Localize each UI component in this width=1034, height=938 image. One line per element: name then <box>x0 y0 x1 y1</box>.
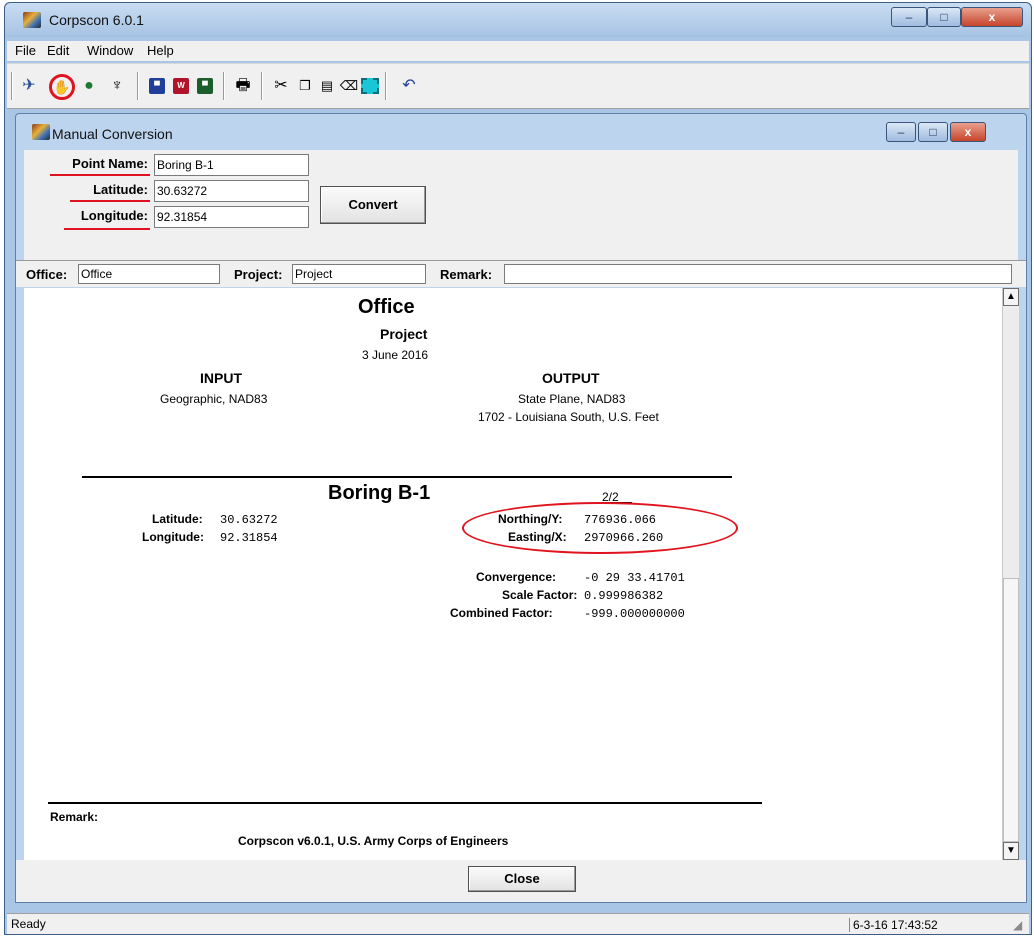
eraser-icon[interactable]: ⌫ <box>339 76 359 96</box>
convergence-label: Convergence: <box>476 570 557 584</box>
maximize-button[interactable]: □ <box>927 7 961 27</box>
child-app-icon <box>32 124 50 140</box>
toolbar: ✈ ✋ ● ♆ ▀ W ▀ 🖶 ✂ ❐ ▤ ⌫ ↶ <box>7 63 1029 109</box>
convert-button[interactable]: Convert <box>320 186 426 224</box>
main-window: Corpscon 6.0.1 – □ x File Edit Window He… <box>4 2 1032 935</box>
latitude-label: Latitude: <box>93 182 148 197</box>
toolbar-grip <box>11 72 13 100</box>
scroll-down-icon[interactable]: ▼ <box>1003 842 1019 860</box>
highlight-ellipse <box>462 502 738 554</box>
undo-icon[interactable]: ↶ <box>399 76 419 96</box>
globe-icon[interactable]: ● <box>79 76 99 96</box>
title-bar[interactable]: Corpscon 6.0.1 – □ x <box>5 3 1031 37</box>
select-all-icon[interactable] <box>361 78 379 94</box>
window-title: Corpscon 6.0.1 <box>49 12 144 28</box>
hand-icon[interactable]: ✋ <box>49 74 75 100</box>
footer-divider <box>48 802 762 804</box>
manual-conversion-window: Manual Conversion – □ x Point Name: Bori… <box>15 113 1027 903</box>
northing-label: Northing/Y: <box>498 512 563 526</box>
latitude-field[interactable]: 30.63272 <box>154 180 309 202</box>
easting-value: 2970966.260 <box>584 531 664 545</box>
scale-value: 0.999986382 <box>584 589 664 603</box>
print-icon[interactable]: 🖶 <box>233 76 253 96</box>
project-field[interactable]: Project <box>292 264 426 284</box>
cut-icon[interactable]: ✂ <box>271 76 291 96</box>
office-label: Office: <box>26 267 68 282</box>
longitude-underline <box>64 228 150 230</box>
northing-value: 776936.066 <box>584 513 657 527</box>
close-button[interactable]: Close <box>468 866 576 892</box>
child-minimize-button[interactable]: – <box>886 122 916 142</box>
close-window-button[interactable]: x <box>961 7 1023 27</box>
save-green-icon[interactable]: ▀ <box>197 78 213 94</box>
report-lon-value: 92.31854 <box>220 531 278 545</box>
latitude-underline <box>70 200 150 202</box>
minimize-button[interactable]: – <box>891 7 927 27</box>
combined-label: Combined Factor: <box>450 606 553 620</box>
report-scrollbar[interactable]: ▲ ▼ <box>1002 288 1019 860</box>
paste-icon[interactable]: ▤ <box>317 76 337 96</box>
toolbar-separator <box>137 72 139 100</box>
input-panel: Point Name: Boring B-1 Latitude: 30.6327… <box>24 150 1018 270</box>
report-date: 3 June 2016 <box>362 348 429 362</box>
app-icon <box>23 12 41 28</box>
save-icon[interactable]: ▀ <box>149 78 165 94</box>
plane-icon[interactable]: ✈ <box>19 76 39 96</box>
geoid-icon[interactable]: ♆ <box>107 76 127 96</box>
point-title: Boring B-1 <box>328 482 431 504</box>
point-name-field[interactable]: Boring B-1 <box>154 154 309 176</box>
scroll-up-icon[interactable]: ▲ <box>1003 288 1019 306</box>
status-timestamp: 6-3-16 17:43:52 <box>849 918 973 932</box>
output-heading: OUTPUT <box>542 370 600 386</box>
longitude-field[interactable]: 92.31854 <box>154 206 309 228</box>
report-lon-label: Longitude: <box>142 530 204 544</box>
menu-bar: File Edit Window Help <box>7 41 1029 61</box>
convergence-value: -0 29 33.41701 <box>584 571 685 585</box>
remark-label: Remark: <box>440 267 493 282</box>
remark-field[interactable] <box>504 264 1012 284</box>
report-divider <box>82 476 732 478</box>
input-desc: Geographic, NAD83 <box>160 392 268 406</box>
child-window-title: Manual Conversion <box>52 126 173 142</box>
input-heading: INPUT <box>200 370 242 386</box>
child-close-button[interactable]: x <box>950 122 986 142</box>
point-name-label: Point Name: <box>72 156 148 171</box>
copy-icon[interactable]: ❐ <box>295 76 315 96</box>
report-view: Office Project 3 June 2016 INPUT Geograp… <box>24 288 1002 860</box>
longitude-label: Longitude: <box>80 208 148 223</box>
easting-label: Easting/X: <box>508 530 567 544</box>
report-office: Office <box>358 296 415 318</box>
menu-file[interactable]: File <box>15 43 36 58</box>
output-desc-2: 1702 - Louisiana South, U.S. Feet <box>478 410 659 424</box>
resize-grip-icon[interactable]: ◢ <box>1013 918 1022 932</box>
office-field[interactable]: Office <box>78 264 220 284</box>
menu-help[interactable]: Help <box>147 43 174 58</box>
menu-window[interactable]: Window <box>87 43 133 58</box>
report-remark-label: Remark: <box>50 810 99 824</box>
report-lat-value: 30.63272 <box>220 513 278 527</box>
combined-value: -999.000000000 <box>584 607 685 621</box>
toolbar-separator <box>261 72 263 100</box>
report-lat-label: Latitude: <box>152 512 203 526</box>
child-maximize-button[interactable]: □ <box>918 122 948 142</box>
button-bar: Close <box>16 860 1026 902</box>
report-project: Project <box>380 326 428 342</box>
save-red-icon[interactable]: W <box>173 78 189 94</box>
menu-edit[interactable]: Edit <box>47 43 69 58</box>
report-footer: Corpscon v6.0.1, U.S. Army Corps of Engi… <box>238 834 509 848</box>
status-ready: Ready <box>11 917 46 931</box>
project-label: Project: <box>234 267 283 282</box>
scroll-thumb[interactable] <box>1003 578 1019 842</box>
scale-label: Scale Factor: <box>502 588 578 602</box>
point-name-underline <box>50 174 150 176</box>
header-fields-bar: Office: Office Project: Project Remark: <box>16 260 1026 287</box>
toolbar-separator <box>223 72 225 100</box>
output-desc-1: State Plane, NAD83 <box>518 392 626 406</box>
status-bar: Ready 6-3-16 17:43:52 ◢ <box>7 913 1029 934</box>
toolbar-separator <box>385 72 387 100</box>
